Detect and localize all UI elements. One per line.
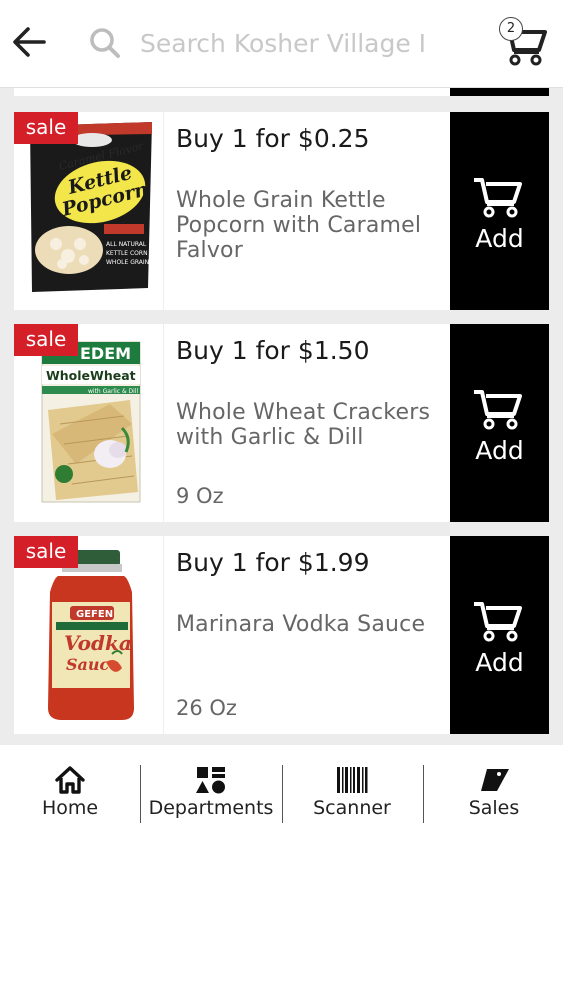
add-to-cart-icon xyxy=(474,390,522,430)
svg-text:with Garlic & Dill: with Garlic & Dill xyxy=(88,388,139,395)
product-list[interactable]: Caramel Flavor Kettle Popcorn ALL NATURA… xyxy=(0,88,563,745)
product-card[interactable]: GEFEN Vodka Sauce sale Buy 1 for $1.99 M… xyxy=(14,536,549,734)
nav-sales-label: Sales xyxy=(468,797,520,819)
product-size: 26 Oz xyxy=(176,696,237,720)
sale-badge: sale xyxy=(14,324,78,356)
departments-shapes-icon xyxy=(196,767,225,794)
nav-home-label: Home xyxy=(41,797,99,819)
add-button-label: Add xyxy=(475,436,524,465)
back-button[interactable] xyxy=(10,22,50,62)
search-icon[interactable] xyxy=(88,26,122,60)
product-image[interactable]: EDEM WholeWheat with Garlic & Dill sale xyxy=(14,324,164,522)
nav-home[interactable]: Home xyxy=(28,765,112,825)
svg-text:Vodka: Vodka xyxy=(64,631,132,655)
product-price: Buy 1 for $1.50 xyxy=(176,336,370,365)
search-input[interactable] xyxy=(140,20,450,66)
svg-text:KETTLE CORN: KETTLE CORN xyxy=(106,250,148,257)
product-card-partial xyxy=(14,88,549,96)
cart-button[interactable]: 2 xyxy=(495,14,555,70)
sale-badge: sale xyxy=(14,536,78,568)
svg-text:EDEM: EDEM xyxy=(80,344,131,363)
product-price: Buy 1 for $0.25 xyxy=(176,124,370,153)
add-to-cart-button[interactable]: Add xyxy=(450,536,549,734)
nav-divider xyxy=(140,765,141,823)
product-image[interactable]: GEFEN Vodka Sauce sale xyxy=(14,536,164,734)
sale-tag-icon xyxy=(481,769,509,791)
add-to-cart-icon xyxy=(474,602,522,642)
sale-badge: sale xyxy=(14,112,78,144)
top-bar: 2 xyxy=(0,0,563,88)
nav-scanner-label: Scanner xyxy=(313,797,391,819)
add-to-cart-icon xyxy=(474,178,522,218)
svg-text:WholeWheat: WholeWheat xyxy=(46,368,136,383)
add-button-label: Add xyxy=(475,224,524,253)
product-card[interactable]: Caramel Flavor Kettle Popcorn ALL NATURA… xyxy=(14,112,549,310)
add-to-cart-button[interactable]: Add xyxy=(450,112,549,310)
add-to-cart-button[interactable] xyxy=(450,88,549,96)
product-name[interactable]: Whole Wheat Crackers with Garlic & Dill xyxy=(176,400,446,450)
product-card[interactable]: EDEM WholeWheat with Garlic & Dill sale … xyxy=(14,324,549,522)
nav-departments-label: Departments xyxy=(148,797,274,819)
bottom-nav: Home Departments Scanner Sales xyxy=(0,745,563,840)
nav-departments[interactable]: Departments xyxy=(142,765,280,825)
cart-count-badge: 2 xyxy=(499,17,523,41)
nav-divider xyxy=(282,765,283,823)
product-name[interactable]: Marinara Vodka Sauce xyxy=(176,612,446,637)
product-name[interactable]: Whole Grain Kettle Popcorn with Caramel … xyxy=(176,188,446,263)
product-price: Buy 1 for $1.99 xyxy=(176,548,370,577)
add-button-label: Add xyxy=(475,648,524,677)
nav-scanner[interactable]: Scanner xyxy=(300,765,404,825)
nav-sales[interactable]: Sales xyxy=(446,765,542,825)
product-image[interactable]: Caramel Flavor Kettle Popcorn ALL NATURA… xyxy=(14,112,164,310)
barcode-icon xyxy=(337,767,368,793)
svg-text:ALL NATURAL: ALL NATURAL xyxy=(106,241,147,248)
back-arrow-icon xyxy=(13,27,46,57)
home-icon xyxy=(55,766,85,794)
product-size: 9 Oz xyxy=(176,484,224,508)
add-to-cart-button[interactable]: Add xyxy=(450,324,549,522)
svg-text:GEFEN: GEFEN xyxy=(76,609,113,620)
nav-divider xyxy=(423,765,424,823)
svg-text:WHOLE GRAIN: WHOLE GRAIN xyxy=(106,259,149,266)
